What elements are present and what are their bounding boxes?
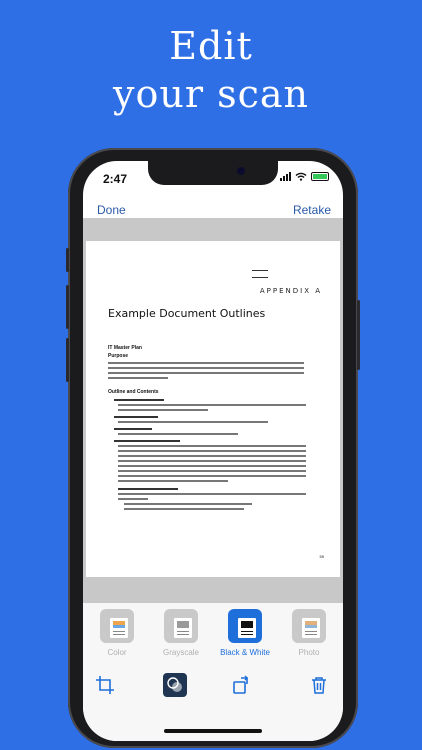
document-text-line [118, 470, 306, 472]
document-text-line [108, 372, 304, 374]
crop-icon[interactable] [95, 675, 115, 695]
filter-black-white-label: Black & White [220, 648, 270, 657]
battery-icon [311, 172, 329, 181]
document-text-line [118, 455, 306, 457]
document-text-line [118, 421, 268, 423]
document-text-line [118, 475, 306, 477]
document-text-line [118, 498, 148, 500]
rotate-icon[interactable] [231, 675, 251, 695]
document-text-line [124, 503, 252, 505]
document-text-line [108, 362, 304, 364]
home-indicator [164, 729, 262, 733]
headline-line-1: Edit [169, 24, 253, 68]
document-text-line [118, 404, 306, 406]
filter-black-white[interactable]: Black & White [219, 609, 271, 657]
filter-grayscale-thumbnail[interactable] [164, 609, 198, 643]
filter-color[interactable]: Color [91, 609, 143, 657]
document-text-line [108, 367, 304, 369]
wifi-icon [295, 172, 307, 181]
cellular-signal-icon [280, 172, 291, 181]
document-text-line [118, 460, 306, 462]
document-title: Example Document Outlines [108, 307, 266, 320]
document-text-line [118, 433, 238, 435]
document-text-line [118, 488, 178, 490]
document-subheading: Purpose [108, 353, 129, 359]
filter-strip: Color Grayscale Black & White Photo [83, 603, 343, 669]
document-text-line [118, 450, 306, 452]
document-text-line [114, 440, 180, 442]
document-text-line [118, 409, 208, 411]
headline-line-2: your scan [113, 72, 309, 116]
filter-photo-label: Photo [298, 648, 320, 657]
headline: Edit your scan [0, 22, 422, 118]
edit-toolbar [83, 669, 343, 741]
filter-color-label: Color [107, 648, 127, 657]
scan-preview: APPENDIX A Example Document Outlines IT … [83, 218, 343, 603]
document-rule [252, 277, 268, 278]
document-text-line [124, 508, 244, 510]
document-appendix-label: APPENDIX A [259, 287, 322, 295]
document-text-line [118, 493, 306, 495]
filter-photo-thumbnail[interactable] [292, 609, 326, 643]
done-button[interactable]: Done [97, 203, 126, 217]
document-text-line [118, 465, 306, 467]
document-page-number: 59 [319, 554, 324, 559]
document-text-line [114, 428, 152, 430]
filter-photo[interactable]: Photo [283, 609, 335, 657]
trash-icon[interactable] [309, 675, 329, 695]
filter-icon[interactable] [163, 673, 187, 697]
filter-color-thumbnail[interactable] [100, 609, 134, 643]
phone-screen: 2:47 Done Retake APPENDIX A Example Docu… [83, 161, 343, 741]
phone-volume-down [66, 338, 69, 382]
document-text-line [108, 377, 168, 379]
filter-black-white-thumbnail[interactable] [228, 609, 262, 643]
retake-button[interactable]: Retake [293, 203, 331, 217]
phone-power-button [357, 300, 360, 370]
status-time: 2:47 [103, 172, 128, 186]
document-text-line [114, 399, 164, 401]
document-rule [252, 270, 268, 271]
phone-volume-up [66, 285, 69, 329]
filter-grayscale[interactable]: Grayscale [155, 609, 207, 657]
document-text-line [118, 445, 306, 447]
front-camera [237, 167, 245, 175]
filter-grayscale-label: Grayscale [162, 648, 199, 657]
document-heading: IT Master Plan [108, 345, 142, 351]
document-text-line [118, 480, 228, 482]
notch [148, 161, 278, 185]
phone-mute-switch [66, 248, 69, 272]
document-text-line [114, 416, 158, 418]
document-heading: Outline and Contents [108, 389, 159, 395]
scanned-document: APPENDIX A Example Document Outlines IT … [86, 241, 340, 577]
status-icons [280, 172, 329, 181]
